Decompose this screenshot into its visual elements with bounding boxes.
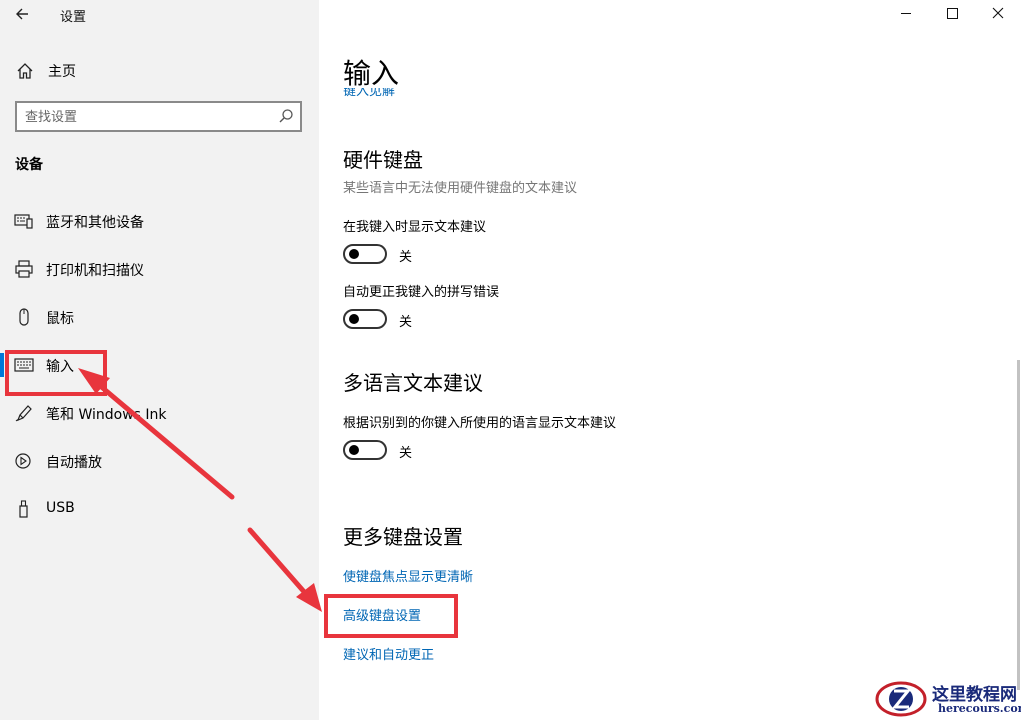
annotation-arrows (78, 368, 322, 612)
watermark-url: herecours.com (938, 702, 1021, 715)
arrow-to-typing (95, 381, 235, 500)
arrow-to-advanced (247, 527, 309, 597)
watermark-logo: 这里教程网 herecours.com (874, 678, 1021, 720)
watermark-z-icon (875, 681, 927, 717)
